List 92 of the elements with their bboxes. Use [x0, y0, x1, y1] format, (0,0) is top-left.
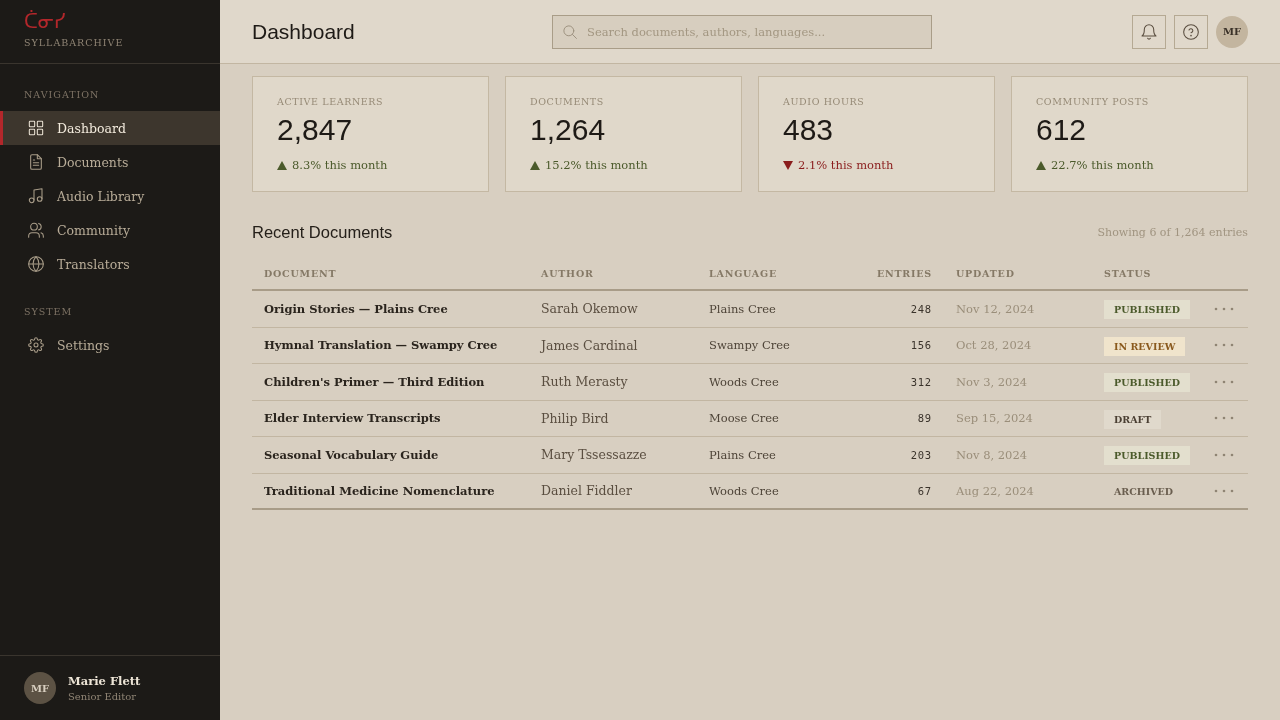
stat-value: 2,847: [277, 113, 353, 147]
stat-label: AUDIO HOURS: [783, 95, 865, 109]
more-icon[interactable]: [1214, 452, 1234, 457]
stat-label: COMMUNITY POSTS: [1036, 95, 1149, 109]
settings-icon: [28, 337, 44, 353]
document-icon: [28, 154, 44, 170]
music-note-icon: [28, 188, 44, 204]
table-cell: Mary Tssessazze: [541, 447, 647, 463]
table-cell: Nov 8, 2024: [956, 447, 1028, 462]
search-icon: [563, 24, 577, 39]
table-cell: Daniel Fiddler: [541, 483, 632, 499]
globe-icon: [28, 256, 44, 272]
more-icon[interactable]: [1214, 306, 1234, 311]
status-badge: PUBLISHED: [1104, 300, 1190, 320]
section-label: NAVIGATION: [24, 89, 100, 101]
table-cell: Philip Bird: [541, 410, 609, 426]
table-cell: Sarah Okemow: [541, 301, 638, 317]
table-cell: Elder Interview Transcripts: [264, 411, 441, 426]
bell-icon: [1141, 23, 1157, 40]
stat-label: ACTIVE LEARNERS: [277, 95, 384, 109]
people-icon: [28, 222, 44, 238]
table-cell: 156: [910, 339, 932, 352]
table-cell: Origin Stories — Plains Cree: [264, 301, 448, 316]
user-avatar[interactable]: MF: [1216, 15, 1248, 48]
triangle-up-icon: [277, 160, 287, 170]
status-badge: PUBLISHED: [1104, 373, 1190, 393]
more-icon[interactable]: [1214, 379, 1234, 384]
table-cell: Moose Cree: [709, 411, 779, 426]
stat-value: 483: [783, 113, 834, 147]
table-cell: James Cardinal: [541, 337, 638, 353]
table-cell: Aug 22, 2024: [956, 483, 1034, 498]
table-cell: Oct 28, 2024: [956, 338, 1032, 353]
column-header: DOCUMENT: [264, 268, 337, 279]
table-cell: Sep 15, 2024: [956, 411, 1033, 426]
table-cell: Woods Cree: [709, 374, 779, 389]
column-header: AUTHOR: [541, 268, 594, 279]
table-cell: 312: [910, 375, 932, 388]
grid-icon: [28, 120, 44, 136]
help-button[interactable]: [1174, 14, 1208, 49]
more-icon[interactable]: [1214, 416, 1234, 421]
column-header: UPDATED: [956, 268, 1015, 279]
triangle-up-icon: [530, 160, 540, 170]
table-cell: Ruth Merasty: [541, 374, 628, 390]
status-text: ARCHIVED: [1113, 485, 1175, 500]
table-cell: Plains Cree: [709, 301, 776, 316]
notifications-button[interactable]: [1132, 14, 1166, 49]
nav-item[interactable]: Community: [0, 213, 220, 247]
page-title: Dashboard: [252, 19, 355, 43]
nav-item[interactable]: Audio Library: [0, 179, 220, 213]
search-field[interactable]: Search documents, authors, languages...: [552, 14, 932, 49]
table-cell: 248: [910, 302, 932, 315]
table-cell: Hymnal Translation — Swampy Cree: [264, 338, 498, 353]
column-header: LANGUAGE: [709, 268, 777, 279]
nav-item[interactable]: Translators: [0, 247, 220, 281]
table-cell: 89: [917, 412, 932, 425]
more-icon[interactable]: [1214, 343, 1234, 348]
nav-item[interactable]: Dashboard: [0, 111, 220, 145]
table-cell: Seasonal Vocabulary Guide: [264, 447, 439, 462]
triangle-down-icon: [783, 160, 793, 170]
stat-change: 8.3% this month: [292, 157, 388, 173]
column-header: ENTRIES: [876, 268, 932, 279]
section-title: Recent Documents: [252, 222, 393, 242]
column-header: STATUS: [1104, 268, 1152, 279]
status-badge: PUBLISHED: [1104, 446, 1190, 466]
stat-change: 2.1% this month: [798, 157, 894, 173]
section-label: SYSTEM: [24, 306, 73, 318]
more-icon[interactable]: [1214, 488, 1234, 493]
user-role: Senior Editor: [68, 689, 137, 704]
table-cell: 67: [917, 484, 932, 497]
nav-item[interactable]: Settings: [0, 328, 220, 362]
stat-value: 612: [1036, 113, 1087, 147]
status-badge: DRAFT: [1104, 409, 1162, 429]
nav-item[interactable]: Documents: [0, 145, 220, 179]
table-cell: Plains Cree: [709, 447, 776, 462]
stat-label: DOCUMENTS: [530, 95, 604, 109]
table-cell: Nov 12, 2024: [956, 301, 1035, 316]
table-cell: Children's Primer — Third Edition: [264, 374, 485, 389]
help-icon: [1183, 23, 1199, 40]
table-cell: Swampy Cree: [709, 338, 790, 353]
stat-change: 15.2% this month: [545, 157, 648, 173]
brand-name: SYLLABARCHIVE: [24, 37, 124, 49]
table-cell: 203: [910, 448, 932, 461]
user-avatar: MF: [24, 672, 56, 704]
table-cell: Traditional Medicine Nomenclature: [264, 483, 495, 498]
table-cell: Nov 3, 2024: [956, 374, 1028, 389]
user-name: Marie Flett: [68, 672, 141, 689]
stat-value: 1,264: [530, 113, 606, 147]
triangle-up-icon: [1036, 160, 1046, 170]
table-cell: Woods Cree: [709, 483, 779, 498]
logo-text: ᑖᓂᓯ: [24, 9, 66, 33]
status-badge: IN REVIEW: [1104, 336, 1186, 356]
stat-change: 22.7% this month: [1051, 157, 1154, 173]
